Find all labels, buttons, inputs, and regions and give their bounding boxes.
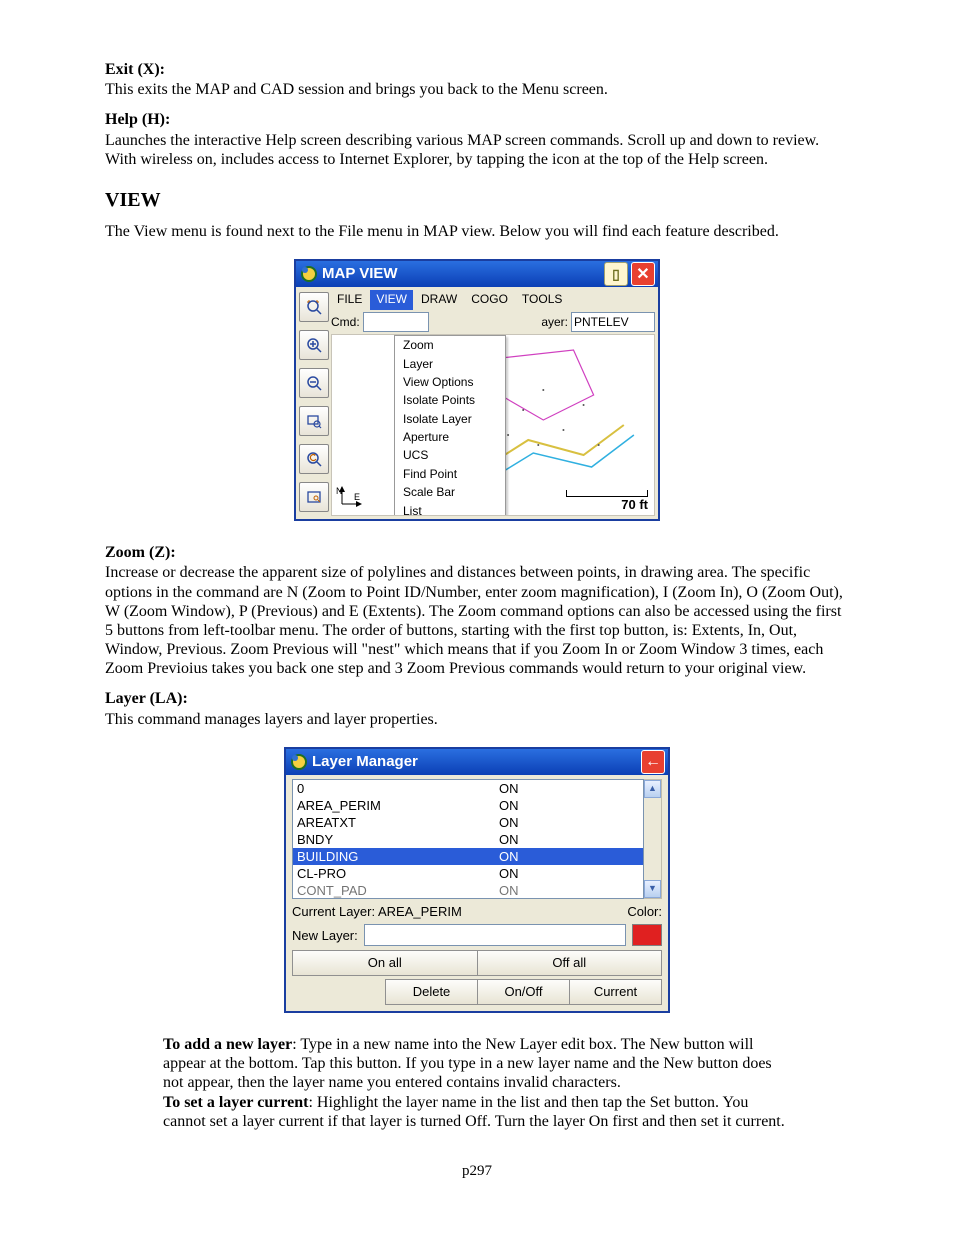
scrollbar[interactable]: ▲ ▼: [644, 779, 662, 899]
zoom-in-button[interactable]: [299, 330, 329, 360]
zoom-window-button[interactable]: [299, 406, 329, 436]
close-button[interactable]: ✕: [631, 262, 655, 286]
current-button[interactable]: Current: [570, 979, 662, 1005]
menu-item-isolate-points[interactable]: Isolate Points: [395, 391, 505, 409]
menu-tools[interactable]: TOOLS: [516, 290, 568, 310]
cmd-label: Cmd:: [331, 315, 360, 329]
menu-cogo[interactable]: COGO: [465, 290, 514, 310]
scale-bar: 70 ft: [566, 490, 648, 513]
on-all-button[interactable]: On all: [292, 950, 478, 976]
layer-manager-title: Layer Manager: [312, 753, 641, 771]
exit-heading: Exit (X):: [105, 61, 165, 78]
scroll-down-icon[interactable]: ▼: [644, 880, 661, 898]
mapview-titlebar: MAP VIEW ▯ ✕: [296, 261, 658, 287]
list-item: AREA_PERIMON: [293, 797, 643, 814]
menu-item-ucs[interactable]: UCS: [395, 446, 505, 464]
set-current-paragraph: To set a layer current: Highlight the la…: [163, 1093, 791, 1131]
menu-item-isolate-layer[interactable]: Isolate Layer: [395, 410, 505, 428]
spacer: [292, 979, 385, 1005]
menu-view[interactable]: VIEW: [370, 290, 413, 310]
mapview-window: MAP VIEW ▯ ✕ FILE VIEW DRAW: [294, 259, 660, 521]
menu-item-layer[interactable]: Layer: [395, 355, 505, 373]
view-section-header: VIEW: [105, 188, 849, 212]
list-item: CONT_PADON: [293, 882, 643, 899]
zoom-heading: Zoom (Z):: [105, 544, 176, 561]
menu-item-zoom[interactable]: Zoom: [395, 336, 505, 354]
help-heading: Help (H):: [105, 111, 170, 128]
menu-item-scale-bar[interactable]: Scale Bar: [395, 483, 505, 501]
menu-item-list[interactable]: List: [395, 502, 505, 516]
svg-text:N: N: [336, 486, 343, 496]
list-item: BUILDINGON: [293, 848, 643, 865]
menu-item-view-options[interactable]: View Options: [395, 373, 505, 391]
scale-label: 70 ft: [621, 497, 648, 513]
map-canvas[interactable]: Zoom Layer View Options Isolate Points I…: [331, 334, 655, 516]
zoom-previous-button[interactable]: [299, 444, 329, 474]
minimize-button[interactable]: ▯: [604, 262, 628, 286]
svg-text:E: E: [354, 492, 360, 502]
page-number: p297: [105, 1162, 849, 1180]
layer-manager-window: Layer Manager ← 0ON AREA_PERIMON AREATXT…: [284, 747, 670, 1013]
zoom-extents-button[interactable]: [299, 292, 329, 322]
menu-file[interactable]: FILE: [331, 290, 368, 310]
help-body: Launches the interactive Help screen des…: [105, 131, 849, 169]
layer-input[interactable]: [571, 312, 655, 332]
zoom-out-button[interactable]: [299, 368, 329, 398]
zoom-body: Increase or decrease the apparent size o…: [105, 563, 849, 678]
scroll-up-icon[interactable]: ▲: [644, 780, 661, 798]
layer-body: This command manages layers and layer pr…: [105, 710, 849, 729]
back-button[interactable]: ←: [641, 750, 665, 774]
app-icon: [300, 265, 318, 283]
off-all-button[interactable]: Off all: [478, 950, 663, 976]
list-item: AREATXTON: [293, 814, 643, 831]
layer-list[interactable]: 0ON AREA_PERIMON AREATXTON BNDYON BUILDI…: [292, 779, 644, 899]
new-layer-input[interactable]: [364, 924, 626, 946]
view-menu-dropdown: Zoom Layer View Options Isolate Points I…: [394, 335, 506, 516]
menu-item-aperture[interactable]: Aperture: [395, 428, 505, 446]
exit-body: This exits the MAP and CAD session and b…: [105, 80, 849, 99]
app-icon: [290, 753, 308, 771]
new-layer-label: New Layer:: [292, 928, 358, 944]
list-item: BNDYON: [293, 831, 643, 848]
delete-button[interactable]: Delete: [385, 979, 478, 1005]
compass-icon: NE: [336, 484, 364, 512]
menu-item-find-point[interactable]: Find Point: [395, 465, 505, 483]
color-label: Color:: [627, 904, 662, 920]
onoff-button[interactable]: On/Off: [478, 979, 570, 1005]
layer-heading: Layer (LA):: [105, 690, 188, 707]
layer-manager-titlebar: Layer Manager ←: [286, 749, 668, 775]
left-toolbar: [299, 290, 329, 516]
layer-label: ayer:: [541, 315, 568, 329]
cmd-input[interactable]: [363, 312, 429, 332]
view-intro: The View menu is found next to the File …: [105, 222, 849, 241]
view-settings-button[interactable]: [299, 482, 329, 512]
add-layer-paragraph: To add a new layer: Type in a new name i…: [163, 1035, 791, 1093]
menu-draw[interactable]: DRAW: [415, 290, 463, 310]
menubar: FILE VIEW DRAW COGO TOOLS: [331, 290, 655, 310]
color-swatch[interactable]: [632, 924, 662, 946]
list-item: 0ON: [293, 780, 643, 797]
current-layer-label: Current Layer: AREA_PERIM: [292, 904, 462, 920]
list-item: CL-PROON: [293, 865, 643, 882]
mapview-title: MAP VIEW: [322, 265, 601, 283]
